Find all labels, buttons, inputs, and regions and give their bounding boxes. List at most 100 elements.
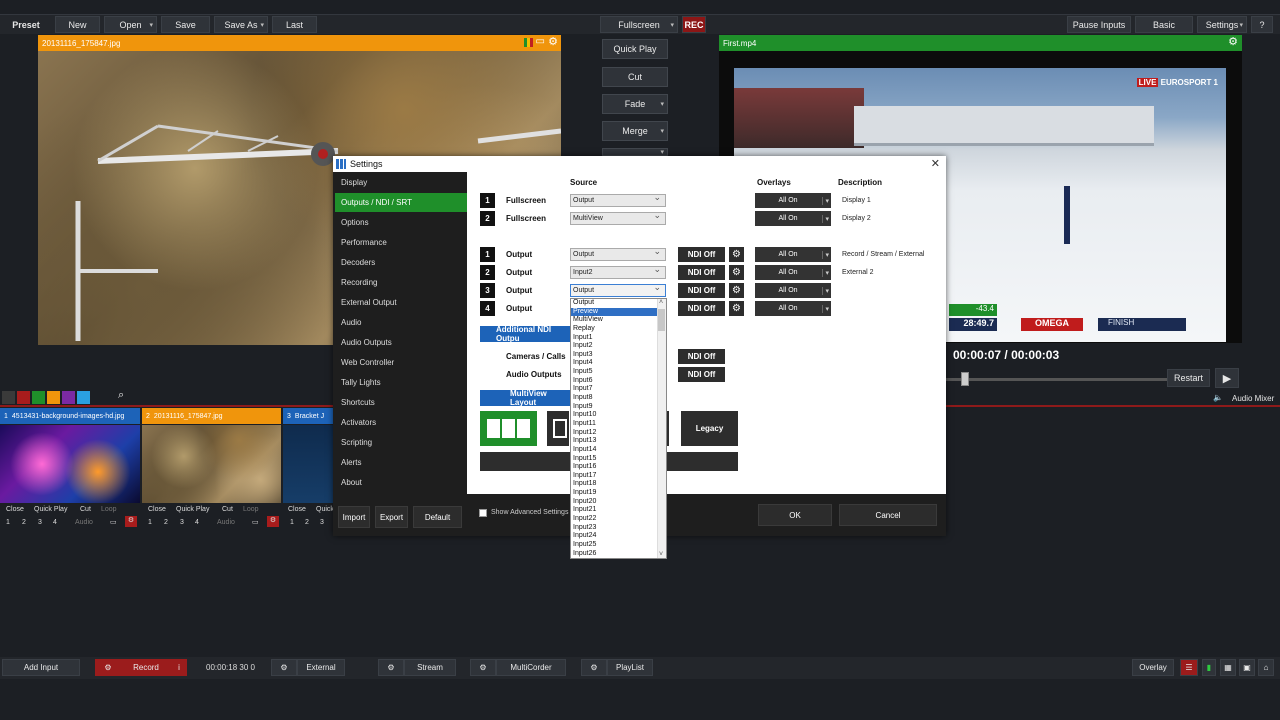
input-2-overlay-1[interactable]: 1: [148, 519, 152, 526]
restart-button[interactable]: Restart: [1167, 369, 1210, 387]
multiview-layout-bar[interactable]: MultiView Layout: [480, 389, 570, 407]
dropdown-scrollbar[interactable]: ˄ ˅: [657, 299, 666, 558]
dropdown-option[interactable]: Input14: [571, 446, 666, 455]
gear-icon[interactable]: ⚙: [729, 247, 744, 262]
save-as-button[interactable]: Save As: [214, 16, 268, 33]
dropdown-option[interactable]: Input11: [571, 420, 666, 429]
close-icon[interactable]: ✕: [931, 157, 940, 170]
input-1-quick-play[interactable]: Quick Play: [34, 506, 67, 513]
show-advanced-checkbox[interactable]: [479, 509, 487, 517]
default-button[interactable]: Default: [413, 506, 462, 528]
settings-button[interactable]: Settings: [1197, 16, 1247, 33]
dropdown-option[interactable]: Input10: [571, 411, 666, 420]
input-2-overlay-4[interactable]: 4: [195, 519, 199, 526]
merge-button[interactable]: Merge: [602, 121, 668, 141]
dropdown-option[interactable]: Replay: [571, 325, 666, 334]
gear-icon[interactable]: ⚙: [1228, 35, 1238, 48]
dropdown-option[interactable]: Input6: [571, 377, 666, 386]
dropdown-option[interactable]: Input26: [571, 550, 666, 558]
dropdown-option[interactable]: Input17: [571, 472, 666, 481]
multicorder-button[interactable]: MultiCorder: [496, 659, 566, 676]
input-1-close[interactable]: Close: [6, 506, 24, 513]
open-button[interactable]: Open: [104, 16, 157, 33]
input-1-loop[interactable]: Loop: [101, 506, 117, 513]
stream-gear-icon[interactable]: ⚙: [378, 659, 404, 676]
dropdown-option[interactable]: Input2: [571, 342, 666, 351]
record-info-button[interactable]: i: [171, 659, 187, 676]
record-gear-icon[interactable]: ⚙: [95, 659, 121, 676]
input-3-close[interactable]: Close: [288, 506, 306, 513]
dropdown-option[interactable]: Input19: [571, 489, 666, 498]
record-gear-icon[interactable]: ⚙: [267, 516, 279, 527]
record-gear-icon[interactable]: ⚙: [125, 516, 137, 527]
color-tag-purple[interactable]: [62, 391, 75, 404]
nav-shortcuts[interactable]: Shortcuts: [335, 393, 467, 412]
external-button[interactable]: External: [297, 659, 345, 676]
fullscreen-1-overlay-select[interactable]: All On: [755, 193, 831, 208]
cut-button[interactable]: Cut: [602, 67, 668, 87]
record-button[interactable]: Record: [121, 659, 171, 676]
gear-icon[interactable]: ⚙: [729, 301, 744, 316]
speaker-icon[interactable]: 🔈: [1213, 393, 1223, 402]
output-4-overlay-select[interactable]: All On: [755, 301, 831, 316]
input-2-close[interactable]: Close: [148, 506, 166, 513]
monitor-icon[interactable]: ▭: [252, 518, 259, 526]
dropdown-option[interactable]: Input7: [571, 385, 666, 394]
input-3-quick-play[interactable]: Quick: [316, 506, 334, 513]
cancel-button[interactable]: Cancel: [839, 504, 937, 526]
transition-button[interactable]: [602, 148, 668, 156]
input-3-header[interactable]: 3 Bracket J: [283, 408, 335, 424]
new-button[interactable]: New: [55, 16, 100, 33]
import-button[interactable]: Import: [338, 506, 370, 528]
input-2-thumbnail[interactable]: [142, 425, 281, 503]
quick-play-button[interactable]: Quick Play: [602, 39, 668, 59]
overlay-button[interactable]: Overlay: [1132, 659, 1174, 676]
output-3-source-select[interactable]: Output: [570, 282, 666, 297]
stream-button[interactable]: Stream: [404, 659, 456, 676]
basic-button[interactable]: Basic: [1135, 16, 1193, 33]
output-2-source-select[interactable]: Input2: [570, 264, 666, 279]
input-1-overlay-1[interactable]: 1: [6, 519, 10, 526]
lock-icon[interactable]: ⌂: [1258, 659, 1274, 676]
nav-about[interactable]: About: [335, 473, 467, 492]
input-1-overlay-3[interactable]: 3: [38, 519, 42, 526]
search-icon[interactable]: ⌕: [118, 389, 124, 402]
multiview-icon[interactable]: ▦: [1220, 659, 1236, 676]
input-1-overlay-4[interactable]: 4: [53, 519, 57, 526]
input-3-overlay-3[interactable]: 3: [320, 519, 324, 526]
dropdown-option[interactable]: Input20: [571, 498, 666, 507]
output-1-source-select[interactable]: Output: [570, 246, 666, 261]
help-button[interactable]: ?: [1251, 16, 1273, 33]
nav-activators[interactable]: Activators: [335, 413, 467, 432]
dropdown-option[interactable]: Input1: [571, 334, 666, 343]
dropdown-option[interactable]: MultiView: [571, 316, 666, 325]
image-icon[interactable]: ▭: [536, 36, 545, 47]
monitor-icon[interactable]: ▭: [110, 518, 117, 526]
dropdown-option[interactable]: Input9: [571, 403, 666, 412]
gear-icon[interactable]: ⚙: [729, 265, 744, 280]
seek-bar[interactable]: [946, 378, 1171, 381]
gear-icon[interactable]: ⚙: [729, 283, 744, 298]
dropdown-option[interactable]: Input8: [571, 394, 666, 403]
scroll-down-icon[interactable]: ˅: [659, 551, 663, 558]
layout-grid-1-icon[interactable]: [480, 411, 537, 446]
output-3-overlay-select[interactable]: All On: [755, 283, 831, 298]
nav-scripting[interactable]: Scripting: [335, 433, 467, 452]
scroll-thumb[interactable]: [658, 309, 665, 331]
audio-mixer-label[interactable]: Audio Mixer: [1232, 394, 1274, 403]
dropdown-option[interactable]: Input4: [571, 359, 666, 368]
dropdown-option[interactable]: Input16: [571, 463, 666, 472]
playlist-gear-icon[interactable]: ⚙: [581, 659, 607, 676]
input-1-thumbnail[interactable]: [0, 425, 140, 503]
nav-recording[interactable]: Recording: [335, 273, 467, 292]
cameras-ndi-button[interactable]: NDI Off: [678, 349, 725, 364]
input-2-quick-play[interactable]: Quick Play: [176, 506, 209, 513]
input-1-overlay-2[interactable]: 2: [22, 519, 26, 526]
dropdown-option[interactable]: Input3: [571, 351, 666, 360]
dropdown-option[interactable]: Input22: [571, 515, 666, 524]
color-tag-blue[interactable]: [77, 391, 90, 404]
scroll-up-icon[interactable]: ˄: [659, 299, 663, 306]
output-4-ndi-button[interactable]: NDI Off: [678, 301, 725, 316]
last-button[interactable]: Last: [272, 16, 317, 33]
additional-ndi-bar[interactable]: Additional NDI Outpu: [480, 325, 570, 343]
